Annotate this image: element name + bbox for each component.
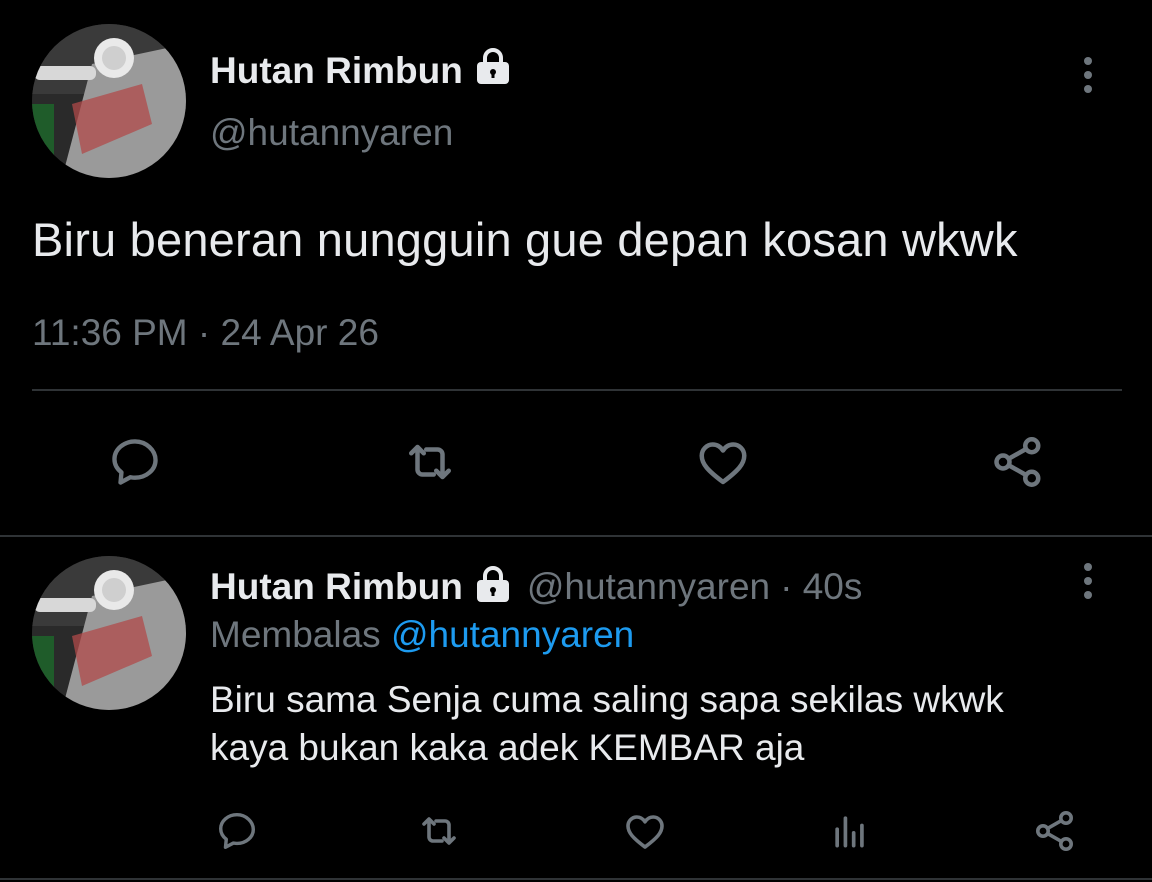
reply-icon — [112, 439, 158, 485]
reply-text: Biru sama Senja cuma saling sapa sekilas… — [210, 676, 1130, 772]
reply-author-handle[interactable]: @hutannyaren — [527, 566, 770, 608]
retweet-icon — [422, 817, 456, 845]
bottom-divider — [0, 878, 1152, 880]
like-button[interactable] — [620, 806, 670, 856]
avatar[interactable] — [32, 24, 186, 178]
more-options-icon[interactable] — [1078, 562, 1098, 602]
reply-author-display-name[interactable]: Hutan Rimbun — [210, 566, 463, 608]
reply-button[interactable] — [100, 430, 170, 494]
author-name[interactable]: Hutan Rimbun — [210, 46, 513, 95]
reply-header: Hutan Rimbun @hutannyaren · 40s — [210, 564, 862, 609]
avatar-image — [32, 24, 186, 178]
tweet-text: Biru beneran nungguin gue depan kosan wk… — [32, 213, 1018, 266]
reply-text-line: Biru sama Senja cuma saling sapa sekilas… — [210, 679, 1004, 720]
section-divider — [0, 535, 1152, 537]
like-icon — [626, 815, 664, 849]
retweet-button[interactable] — [395, 430, 465, 494]
divider — [32, 389, 1122, 391]
retweet-icon — [409, 444, 451, 480]
reply-icon — [218, 812, 256, 850]
share-button[interactable] — [1030, 806, 1080, 856]
share-icon — [994, 437, 1041, 487]
replying-to: Membalas @hutannyaren — [210, 614, 634, 656]
lock-icon — [473, 46, 513, 95]
author-display-name[interactable]: Hutan Rimbun — [210, 50, 463, 92]
like-icon — [699, 442, 747, 485]
replying-mention-link[interactable]: @hutannyaren — [391, 614, 634, 655]
analytics-button[interactable] — [825, 806, 875, 856]
share-button[interactable] — [983, 430, 1053, 494]
avatar-image — [32, 556, 186, 710]
share-icon — [1036, 811, 1073, 851]
analytics-icon — [835, 816, 864, 848]
tweet-timestamp[interactable]: 11:36 PM · 24 Apr 26 — [32, 312, 379, 354]
lock-icon — [473, 564, 513, 609]
reply-time[interactable]: · 40s — [780, 566, 862, 608]
retweet-button[interactable] — [414, 806, 464, 856]
like-button[interactable] — [688, 430, 758, 494]
reply-avatar[interactable] — [32, 556, 186, 710]
replying-label: Membalas — [210, 614, 381, 655]
reply-button[interactable] — [212, 806, 262, 856]
more-options-icon[interactable] — [1078, 56, 1098, 96]
author-handle[interactable]: @hutannyaren — [210, 112, 453, 154]
reply-text-line: kaya bukan kaka adek KEMBAR aja — [210, 727, 805, 768]
